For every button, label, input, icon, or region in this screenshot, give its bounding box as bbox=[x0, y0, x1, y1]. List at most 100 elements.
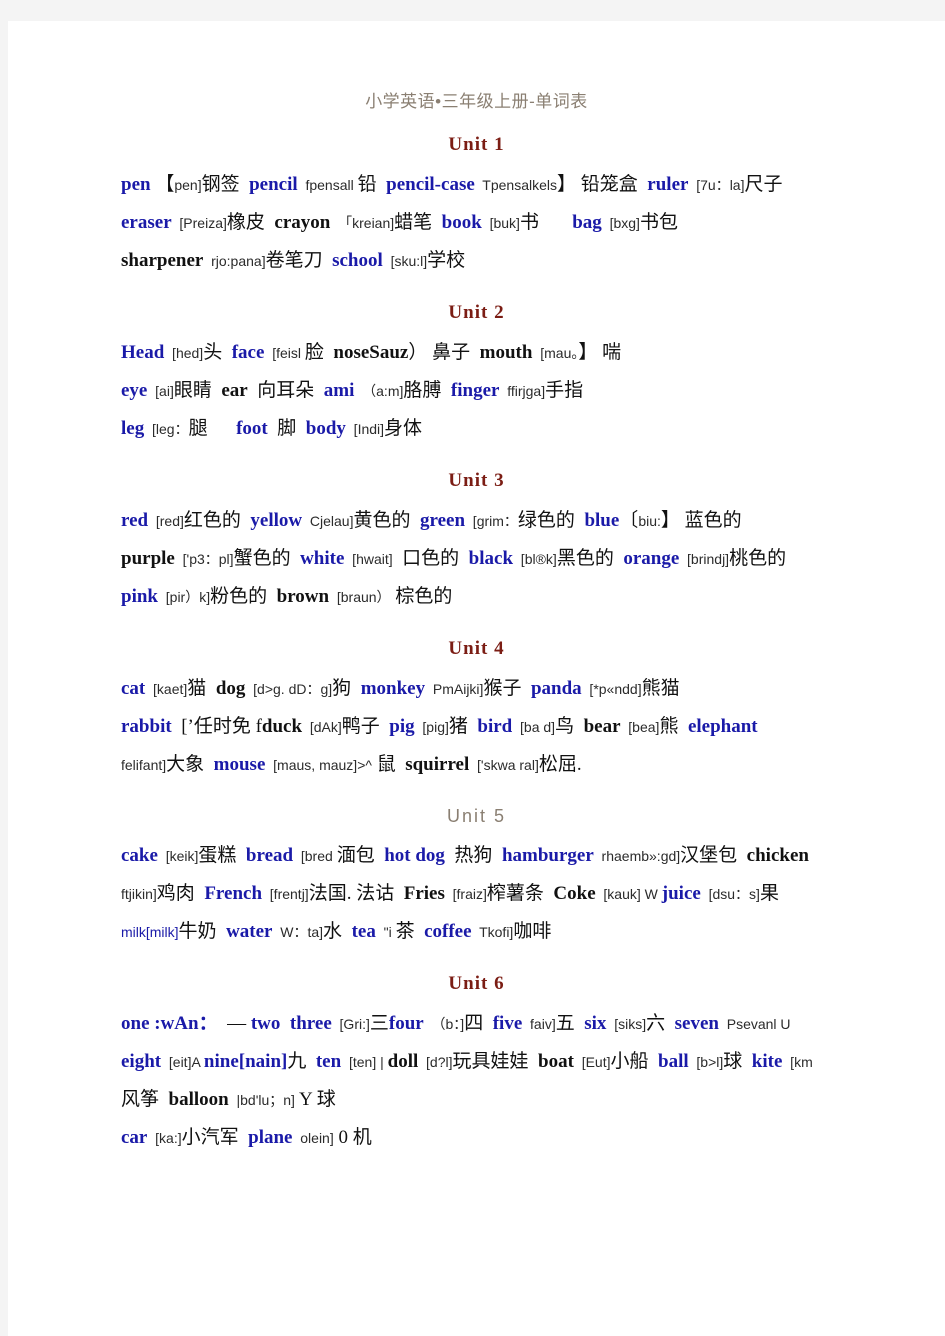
chinese-gloss: 鸟 bbox=[555, 716, 575, 737]
headword: book bbox=[441, 212, 482, 233]
chinese-gloss bbox=[217, 921, 227, 942]
chinese-gloss: 胳膊 bbox=[403, 380, 442, 401]
chinese-gloss: [’任时免 f bbox=[171, 716, 262, 737]
chinese-gloss bbox=[212, 380, 222, 401]
headword: eight bbox=[121, 1051, 162, 1072]
chinese-gloss: 风筝 bbox=[121, 1089, 169, 1110]
phonetic: [bl®k] bbox=[513, 551, 557, 567]
chinese-gloss bbox=[539, 212, 572, 233]
phonetic: pen] bbox=[174, 177, 202, 193]
chinese-gloss: 】 bbox=[557, 174, 577, 195]
headword: brown bbox=[276, 586, 330, 607]
headword: rabbit bbox=[121, 716, 172, 737]
chinese-gloss: 身体 bbox=[384, 418, 423, 439]
headword: bread bbox=[245, 845, 294, 866]
phonetic: [pir）k] bbox=[157, 589, 211, 605]
phonetic: [leg： bbox=[144, 421, 189, 437]
chinese-gloss: 牛奶 bbox=[178, 921, 217, 942]
phonetic: [red] bbox=[148, 513, 184, 529]
headword: red bbox=[121, 510, 149, 531]
phonetic: [mau。 bbox=[532, 345, 579, 361]
chinese-gloss bbox=[342, 921, 352, 942]
phonetic: [sku:l] bbox=[382, 253, 428, 269]
phonetic: [bxg] bbox=[601, 215, 640, 231]
chinese-gloss: 猴子 bbox=[483, 678, 522, 699]
unit-body: pen 【pen]钢签 pencil fpensall 铅 pencil-cas… bbox=[8, 166, 945, 280]
headword: bird bbox=[477, 716, 513, 737]
phonetic: [feisl bbox=[264, 345, 305, 361]
chinese-gloss bbox=[323, 250, 333, 271]
chinese-gloss bbox=[375, 845, 385, 866]
chinese-gloss: 玩具娃娃 bbox=[452, 1051, 529, 1072]
chinese-gloss bbox=[737, 845, 747, 866]
chinese-gloss: 卷笔刀 bbox=[265, 250, 323, 271]
headword: pig bbox=[389, 716, 415, 737]
headword: squirrel bbox=[405, 754, 470, 775]
vocabulary-line: pen 【pen]钢签 pencil fpensall 铅 pencil-cas… bbox=[121, 166, 885, 204]
chinese-gloss bbox=[239, 1127, 249, 1148]
phonetic: （a:m] bbox=[354, 383, 404, 399]
chinese-gloss bbox=[206, 678, 216, 699]
phonetic: [Eut] bbox=[573, 1054, 611, 1070]
vocabulary-line: pink [pir）k]粉色的 brown [braun） 棕色的 bbox=[121, 578, 885, 616]
phonetic: 「kreian] bbox=[330, 215, 395, 231]
headword: seven bbox=[674, 1013, 719, 1034]
vocabulary-line: purple ['p3：pl]蟹色的 white [hwait] 口色的 bla… bbox=[121, 540, 885, 578]
phonetic: [brindj] bbox=[679, 551, 730, 567]
headword: kite bbox=[751, 1051, 783, 1072]
phonetic: fpensall bbox=[297, 177, 358, 193]
chinese-gloss: 鸡肉 bbox=[156, 883, 195, 904]
chinese-gloss bbox=[222, 342, 232, 363]
chinese-gloss bbox=[236, 845, 246, 866]
chinese-gloss: 猪 bbox=[448, 716, 468, 737]
headword: five bbox=[492, 1013, 523, 1034]
headword: white bbox=[300, 548, 345, 569]
phonetic: [bea] bbox=[620, 719, 660, 735]
headword: hot dog bbox=[384, 845, 445, 866]
headword: panda bbox=[530, 678, 582, 699]
headword: water bbox=[226, 921, 273, 942]
vocabulary-line: leg [leg：腿 foot 脚 body [Indi]身体 bbox=[121, 410, 885, 448]
chinese-gloss: 钢签 bbox=[201, 174, 240, 195]
chinese-gloss: 猫 bbox=[187, 678, 207, 699]
phonetic: W：ta] bbox=[272, 924, 324, 940]
chinese-gloss bbox=[267, 586, 277, 607]
phonetic: ftjikin] bbox=[121, 886, 157, 902]
phonetic: [hed] bbox=[164, 345, 204, 361]
chinese-gloss bbox=[280, 1013, 290, 1034]
headword: four bbox=[388, 1013, 424, 1034]
phonetic: [d?l] bbox=[418, 1054, 453, 1070]
chinese-gloss: 脚 bbox=[267, 418, 306, 439]
headword: car bbox=[121, 1127, 148, 1148]
headword: pencil bbox=[249, 174, 298, 195]
chinese-gloss: 湎包 bbox=[336, 845, 375, 866]
phonetic: [Indi] bbox=[345, 421, 385, 437]
headword: dog bbox=[215, 678, 246, 699]
chinese-gloss bbox=[614, 548, 624, 569]
chinese-gloss: Y 球 bbox=[294, 1089, 336, 1110]
phonetic: faiv] bbox=[522, 1016, 556, 1032]
headword: crayon bbox=[274, 212, 331, 233]
phonetic: [*p«ndd] bbox=[581, 681, 642, 697]
headword: Coke bbox=[553, 883, 596, 904]
chinese-gloss bbox=[678, 716, 688, 737]
headword: chicken bbox=[746, 845, 809, 866]
chinese-gloss: 球 bbox=[723, 1051, 743, 1072]
chinese-gloss: 熊 bbox=[659, 716, 679, 737]
headword: foot bbox=[236, 418, 268, 439]
unit-body: cat [kaet]猫 dog [d>g. dD：g]狗 monkey PmAi… bbox=[8, 670, 945, 784]
headword: school bbox=[332, 250, 383, 271]
unit-heading: Unit 4 bbox=[448, 638, 505, 659]
phonetic: ffirjga] bbox=[499, 383, 546, 399]
phonetic: （b：] bbox=[423, 1016, 465, 1032]
phonetic: [dAk] bbox=[302, 719, 342, 735]
phonetic: [braun） bbox=[329, 589, 391, 605]
headword: six bbox=[584, 1013, 607, 1034]
headword: eraser bbox=[121, 212, 172, 233]
phonetic: ['p3：pl] bbox=[174, 551, 234, 567]
phonetic: [siks] bbox=[606, 1016, 647, 1032]
unit-list: Unit 1 pen 【pen]钢签 pencil fpensall 铅 penc… bbox=[8, 134, 945, 1157]
chinese-gloss: 茶 bbox=[395, 921, 415, 942]
headword: hamburger bbox=[501, 845, 594, 866]
phonetic: milk[milk] bbox=[121, 924, 179, 940]
